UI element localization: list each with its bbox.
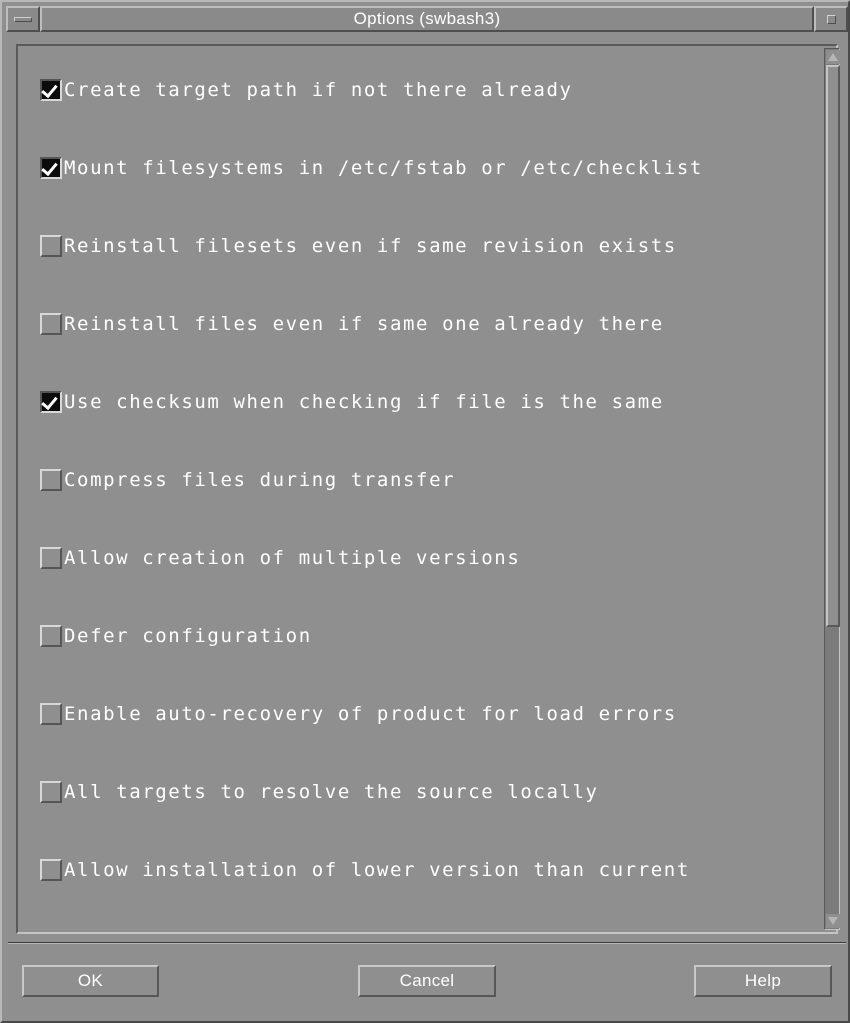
option-label: Allow creation of multiple versions bbox=[64, 546, 521, 569]
scrollbar-thumb[interactable] bbox=[826, 65, 840, 627]
option-checkbox-row[interactable]: Compress files during transfer bbox=[40, 466, 455, 494]
chevron-up-icon bbox=[828, 53, 838, 61]
checkbox-unchecked-icon[interactable] bbox=[40, 547, 62, 569]
option-label: Create target path if not there already bbox=[64, 78, 573, 101]
window-title: Options (swbash3) bbox=[40, 6, 814, 32]
minimize-icon bbox=[14, 16, 32, 22]
option-checkbox-row[interactable]: All targets to resolve the source locall… bbox=[40, 778, 599, 806]
dialog-button-row: OK Cancel Help bbox=[2, 948, 850, 1018]
option-label: Enable auto-recovery of product for load… bbox=[64, 702, 677, 725]
ok-button[interactable]: OK bbox=[22, 965, 159, 997]
checkbox-unchecked-icon[interactable] bbox=[40, 235, 62, 257]
option-label: Compress files during transfer bbox=[64, 468, 456, 491]
checkbox-unchecked-icon[interactable] bbox=[40, 859, 62, 881]
options-list: Create target path if not there already M… bbox=[20, 48, 820, 930]
option-label: Reinstall files even if same one already… bbox=[64, 312, 664, 335]
option-label: Defer configuration bbox=[64, 624, 312, 647]
options-panel: Create target path if not there already M… bbox=[10, 38, 844, 936]
cancel-button[interactable]: Cancel bbox=[358, 965, 496, 997]
option-checkbox-row[interactable]: Allow creation of multiple versions bbox=[40, 544, 520, 572]
checkbox-unchecked-icon[interactable] bbox=[40, 313, 62, 335]
option-checkbox-row[interactable]: Use checksum when checking if file is th… bbox=[40, 388, 664, 416]
scroll-up-button[interactable] bbox=[826, 50, 840, 64]
checkbox-checked-icon[interactable] bbox=[40, 79, 62, 101]
checkbox-unchecked-icon[interactable] bbox=[40, 469, 62, 491]
checkbox-checked-icon[interactable] bbox=[40, 391, 62, 413]
vertical-scrollbar[interactable] bbox=[824, 48, 840, 930]
option-checkbox-row[interactable]: Allow installation of lower version than… bbox=[40, 856, 690, 884]
options-dialog-window: Options (swbash3) Create target path if … bbox=[0, 0, 850, 1023]
checkbox-unchecked-icon[interactable] bbox=[40, 625, 62, 647]
option-checkbox-row[interactable]: Mount filesystems in /etc/fstab or /etc/… bbox=[40, 154, 703, 182]
checkbox-unchecked-icon[interactable] bbox=[40, 703, 62, 725]
option-checkbox-row[interactable]: Reinstall files even if same one already… bbox=[40, 310, 664, 338]
option-label: Reinstall filesets even if same revision… bbox=[64, 234, 677, 257]
option-checkbox-row[interactable]: Defer configuration bbox=[40, 622, 312, 650]
maximize-button[interactable] bbox=[814, 6, 848, 32]
checkbox-unchecked-icon[interactable] bbox=[40, 781, 62, 803]
option-checkbox-row[interactable]: Create target path if not there already bbox=[40, 76, 573, 104]
options-panel-frame: Create target path if not there already M… bbox=[16, 44, 840, 934]
option-label: All targets to resolve the source locall… bbox=[64, 780, 599, 803]
option-checkbox-row[interactable]: Reinstall filesets even if same revision… bbox=[40, 232, 677, 260]
help-button[interactable]: Help bbox=[694, 965, 832, 997]
option-label: Use checksum when checking if file is th… bbox=[64, 390, 664, 413]
chevron-down-icon bbox=[828, 917, 838, 925]
option-checkbox-row[interactable]: Enable auto-recovery of product for load… bbox=[40, 700, 677, 728]
minimize-button[interactable] bbox=[6, 6, 40, 32]
scroll-down-button[interactable] bbox=[826, 914, 840, 928]
button-separator bbox=[8, 942, 846, 944]
title-bar: Options (swbash3) bbox=[6, 6, 848, 32]
maximize-icon bbox=[826, 14, 836, 24]
checkbox-checked-icon[interactable] bbox=[40, 157, 62, 179]
option-label: Allow installation of lower version than… bbox=[64, 858, 690, 881]
option-label: Mount filesystems in /etc/fstab or /etc/… bbox=[64, 156, 703, 179]
